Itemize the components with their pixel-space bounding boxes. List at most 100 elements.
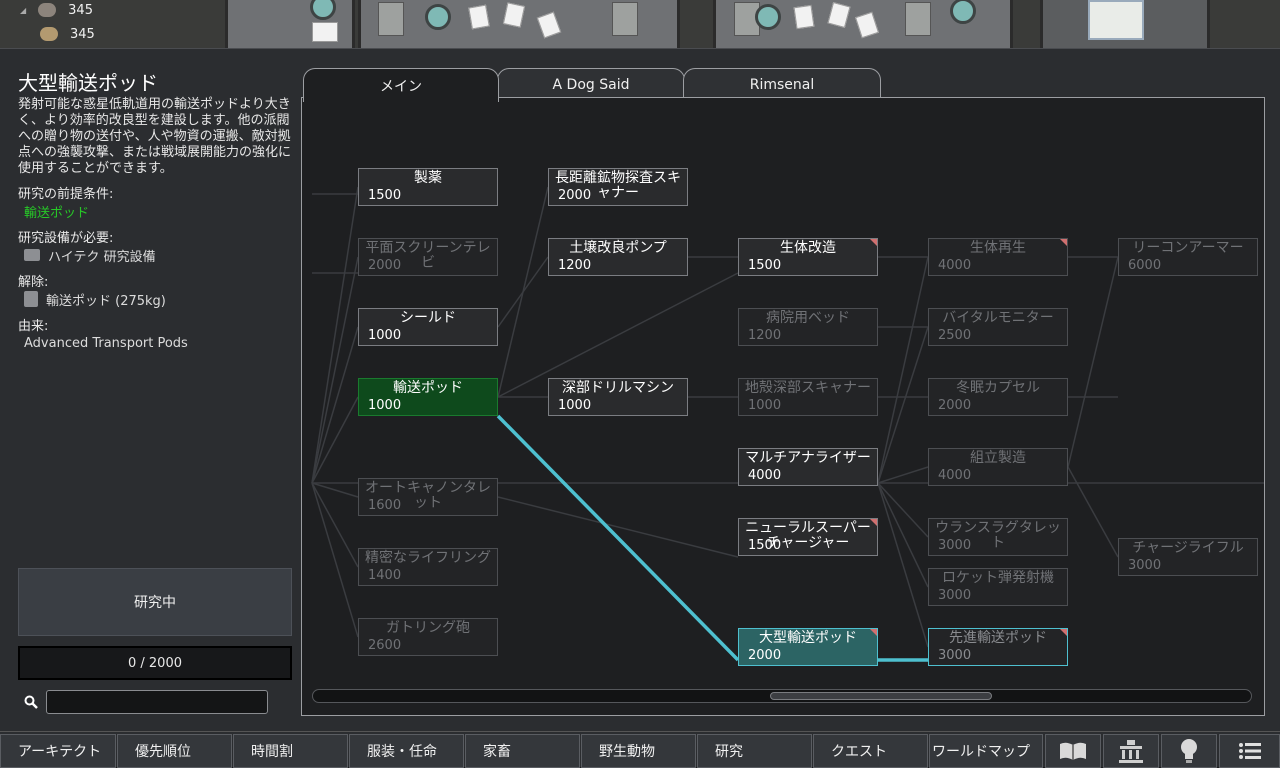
sandstone-icon	[40, 27, 58, 41]
research-node[interactable]: 地殻深部スキャナー 1000	[738, 378, 878, 416]
tab-main[interactable]: メイン	[303, 68, 499, 102]
menu-button[interactable]: 時間割	[233, 734, 348, 768]
paper-icon	[793, 4, 815, 30]
research-node[interactable]: ウランスラグタレット 3000	[928, 518, 1068, 556]
menu-button[interactable]: 研究	[697, 734, 812, 768]
node-cost: 1600	[368, 498, 402, 513]
tree-connection	[497, 256, 549, 328]
mod-flag-icon	[1060, 629, 1067, 636]
mod-flag-icon	[1060, 239, 1067, 246]
tree-connection	[877, 326, 929, 484]
node-cost: 3000	[938, 538, 972, 553]
book-button[interactable]	[1045, 734, 1101, 768]
main-menu-bar: アーキテクト 優先順位 時間割 服装・任命 家畜 野生動物 研究 クエスト ワールドマップ	[0, 731, 1280, 768]
menu-button[interactable]: 優先順位	[117, 734, 232, 768]
research-node[interactable]: 平面スクリーンテレビ 2000	[358, 238, 498, 276]
tab-a-dog-said[interactable]: A Dog Said	[497, 68, 685, 100]
resource-readout: ◢ 345 345	[0, 0, 110, 48]
lightbulb-icon	[1179, 738, 1199, 764]
research-node[interactable]: チャージライフル 3000	[1118, 538, 1258, 576]
node-label: ガトリング砲	[386, 620, 470, 636]
factions-icon	[1118, 739, 1144, 763]
research-node[interactable]: 生体改造 1500	[738, 238, 878, 276]
research-node[interactable]: リーコンアーマー 6000	[1118, 238, 1258, 276]
flask-icon	[425, 4, 451, 30]
node-cost: 3000	[1128, 558, 1162, 573]
prereq-label: 研究の前提条件:	[18, 187, 114, 202]
node-cost: 6000	[1128, 258, 1162, 273]
node-label: 病院用ベッド	[766, 310, 850, 326]
mod-flag-icon	[870, 519, 877, 526]
research-node[interactable]: 組立製造 4000	[928, 448, 1068, 486]
menu-button[interactable]: 服装・任命	[349, 734, 464, 768]
research-node[interactable]: ガトリング砲 2600	[358, 618, 498, 656]
bench-value: ハイテク 研究設備	[48, 249, 156, 265]
node-cost: 4000	[938, 258, 972, 273]
source-value: Advanced Transport Pods	[24, 335, 188, 351]
research-button[interactable]: 研究中	[18, 568, 292, 636]
node-cost: 2000	[938, 398, 972, 413]
node-cost: 2500	[938, 328, 972, 343]
resource-row: ◢ 345	[20, 2, 93, 18]
menu-button[interactable]: 家畜	[465, 734, 580, 768]
project-title: 大型輸送ポッド	[18, 71, 158, 95]
menu-button[interactable]: クエスト	[813, 734, 928, 768]
tree-connection	[1067, 256, 1119, 468]
resource-count: 345	[68, 2, 93, 18]
bench-requirement: ハイテク 研究設備	[18, 245, 293, 265]
scrollbar-thumb[interactable]	[770, 692, 992, 700]
node-label: 精密なライフリング	[365, 550, 491, 566]
node-cost: 1200	[558, 258, 592, 273]
node-label: シールド	[400, 310, 456, 326]
node-label: 先進輸送ポッド	[949, 630, 1047, 646]
node-label: 土壌改良ポンプ	[569, 240, 667, 256]
paper-icon	[312, 22, 338, 42]
node-label: リーコンアーマー	[1132, 240, 1244, 256]
research-node[interactable]: バイタルモニター 2500	[928, 308, 1068, 346]
research-node[interactable]: 先進輸送ポッド 3000	[928, 628, 1068, 666]
research-node[interactable]: 生体再生 4000	[928, 238, 1068, 276]
research-node[interactable]: 深部ドリルマシン 1000	[548, 378, 688, 416]
unlock-label: 解除:	[18, 275, 49, 290]
tree-connection	[877, 482, 929, 588]
node-cost: 1000	[748, 398, 782, 413]
research-tree[interactable]: 製薬 1500 平面スクリーンテレビ 2000 シールド 1000 輸送ポッド 1000 オート…	[301, 97, 1265, 716]
research-node[interactable]: 土壌改良ポンプ 1200	[548, 238, 688, 276]
horizontal-scrollbar[interactable]	[312, 689, 1252, 703]
research-node[interactable]: 精密なライフリング 1400	[358, 548, 498, 586]
research-node[interactable]: ロケット弾発射機 3000	[928, 568, 1068, 606]
node-cost: 2000	[368, 258, 402, 273]
search-row	[24, 690, 268, 714]
bench-icon	[612, 2, 638, 36]
research-node[interactable]: 輸送ポッド 1000	[358, 378, 498, 416]
research-node[interactable]: ニューラルスーパーチャージャー 1500	[738, 518, 878, 556]
node-label: 大型輸送ポッド	[759, 630, 857, 646]
tab-rimsenal[interactable]: Rimsenal	[683, 68, 881, 100]
menu-button[interactable]	[1219, 734, 1280, 768]
menu-button[interactable]: アーキテクト	[0, 734, 116, 768]
research-node[interactable]: 病院用ベッド 1200	[738, 308, 878, 346]
mod-flag-icon	[870, 239, 877, 246]
tree-connection	[877, 466, 929, 484]
node-label: ロケット弾発射機	[942, 570, 1054, 586]
lightbulb-button[interactable]	[1161, 734, 1217, 768]
search-input[interactable]	[46, 690, 268, 714]
unlock-item[interactable]: 輸送ポッド (275kg)	[18, 289, 293, 309]
research-node[interactable]: オートキャノンタレット 1600	[358, 478, 498, 516]
menu-button[interactable]: 野生動物	[581, 734, 696, 768]
research-node[interactable]: 冬眠カプセル 2000	[928, 378, 1068, 416]
research-node[interactable]: 大型輸送ポッド 2000	[738, 628, 878, 666]
factions-button[interactable]	[1103, 734, 1159, 768]
node-label: 生体改造	[780, 240, 836, 256]
research-node[interactable]: マルチアナライザー 4000	[738, 448, 878, 486]
research-node[interactable]: 長距離鉱物探査スキャナー 2000	[548, 168, 688, 206]
research-node[interactable]: シールド 1000	[358, 308, 498, 346]
tree-connection	[877, 482, 929, 648]
bench-label: 研究設備が必要:	[18, 231, 114, 246]
node-cost: 3000	[938, 648, 972, 663]
flask-icon	[755, 4, 781, 30]
menu-button[interactable]: ワールドマップ	[929, 734, 1043, 768]
research-node[interactable]: 製薬 1500	[358, 168, 498, 206]
tree-connection	[311, 326, 359, 484]
node-cost: 4000	[938, 468, 972, 483]
